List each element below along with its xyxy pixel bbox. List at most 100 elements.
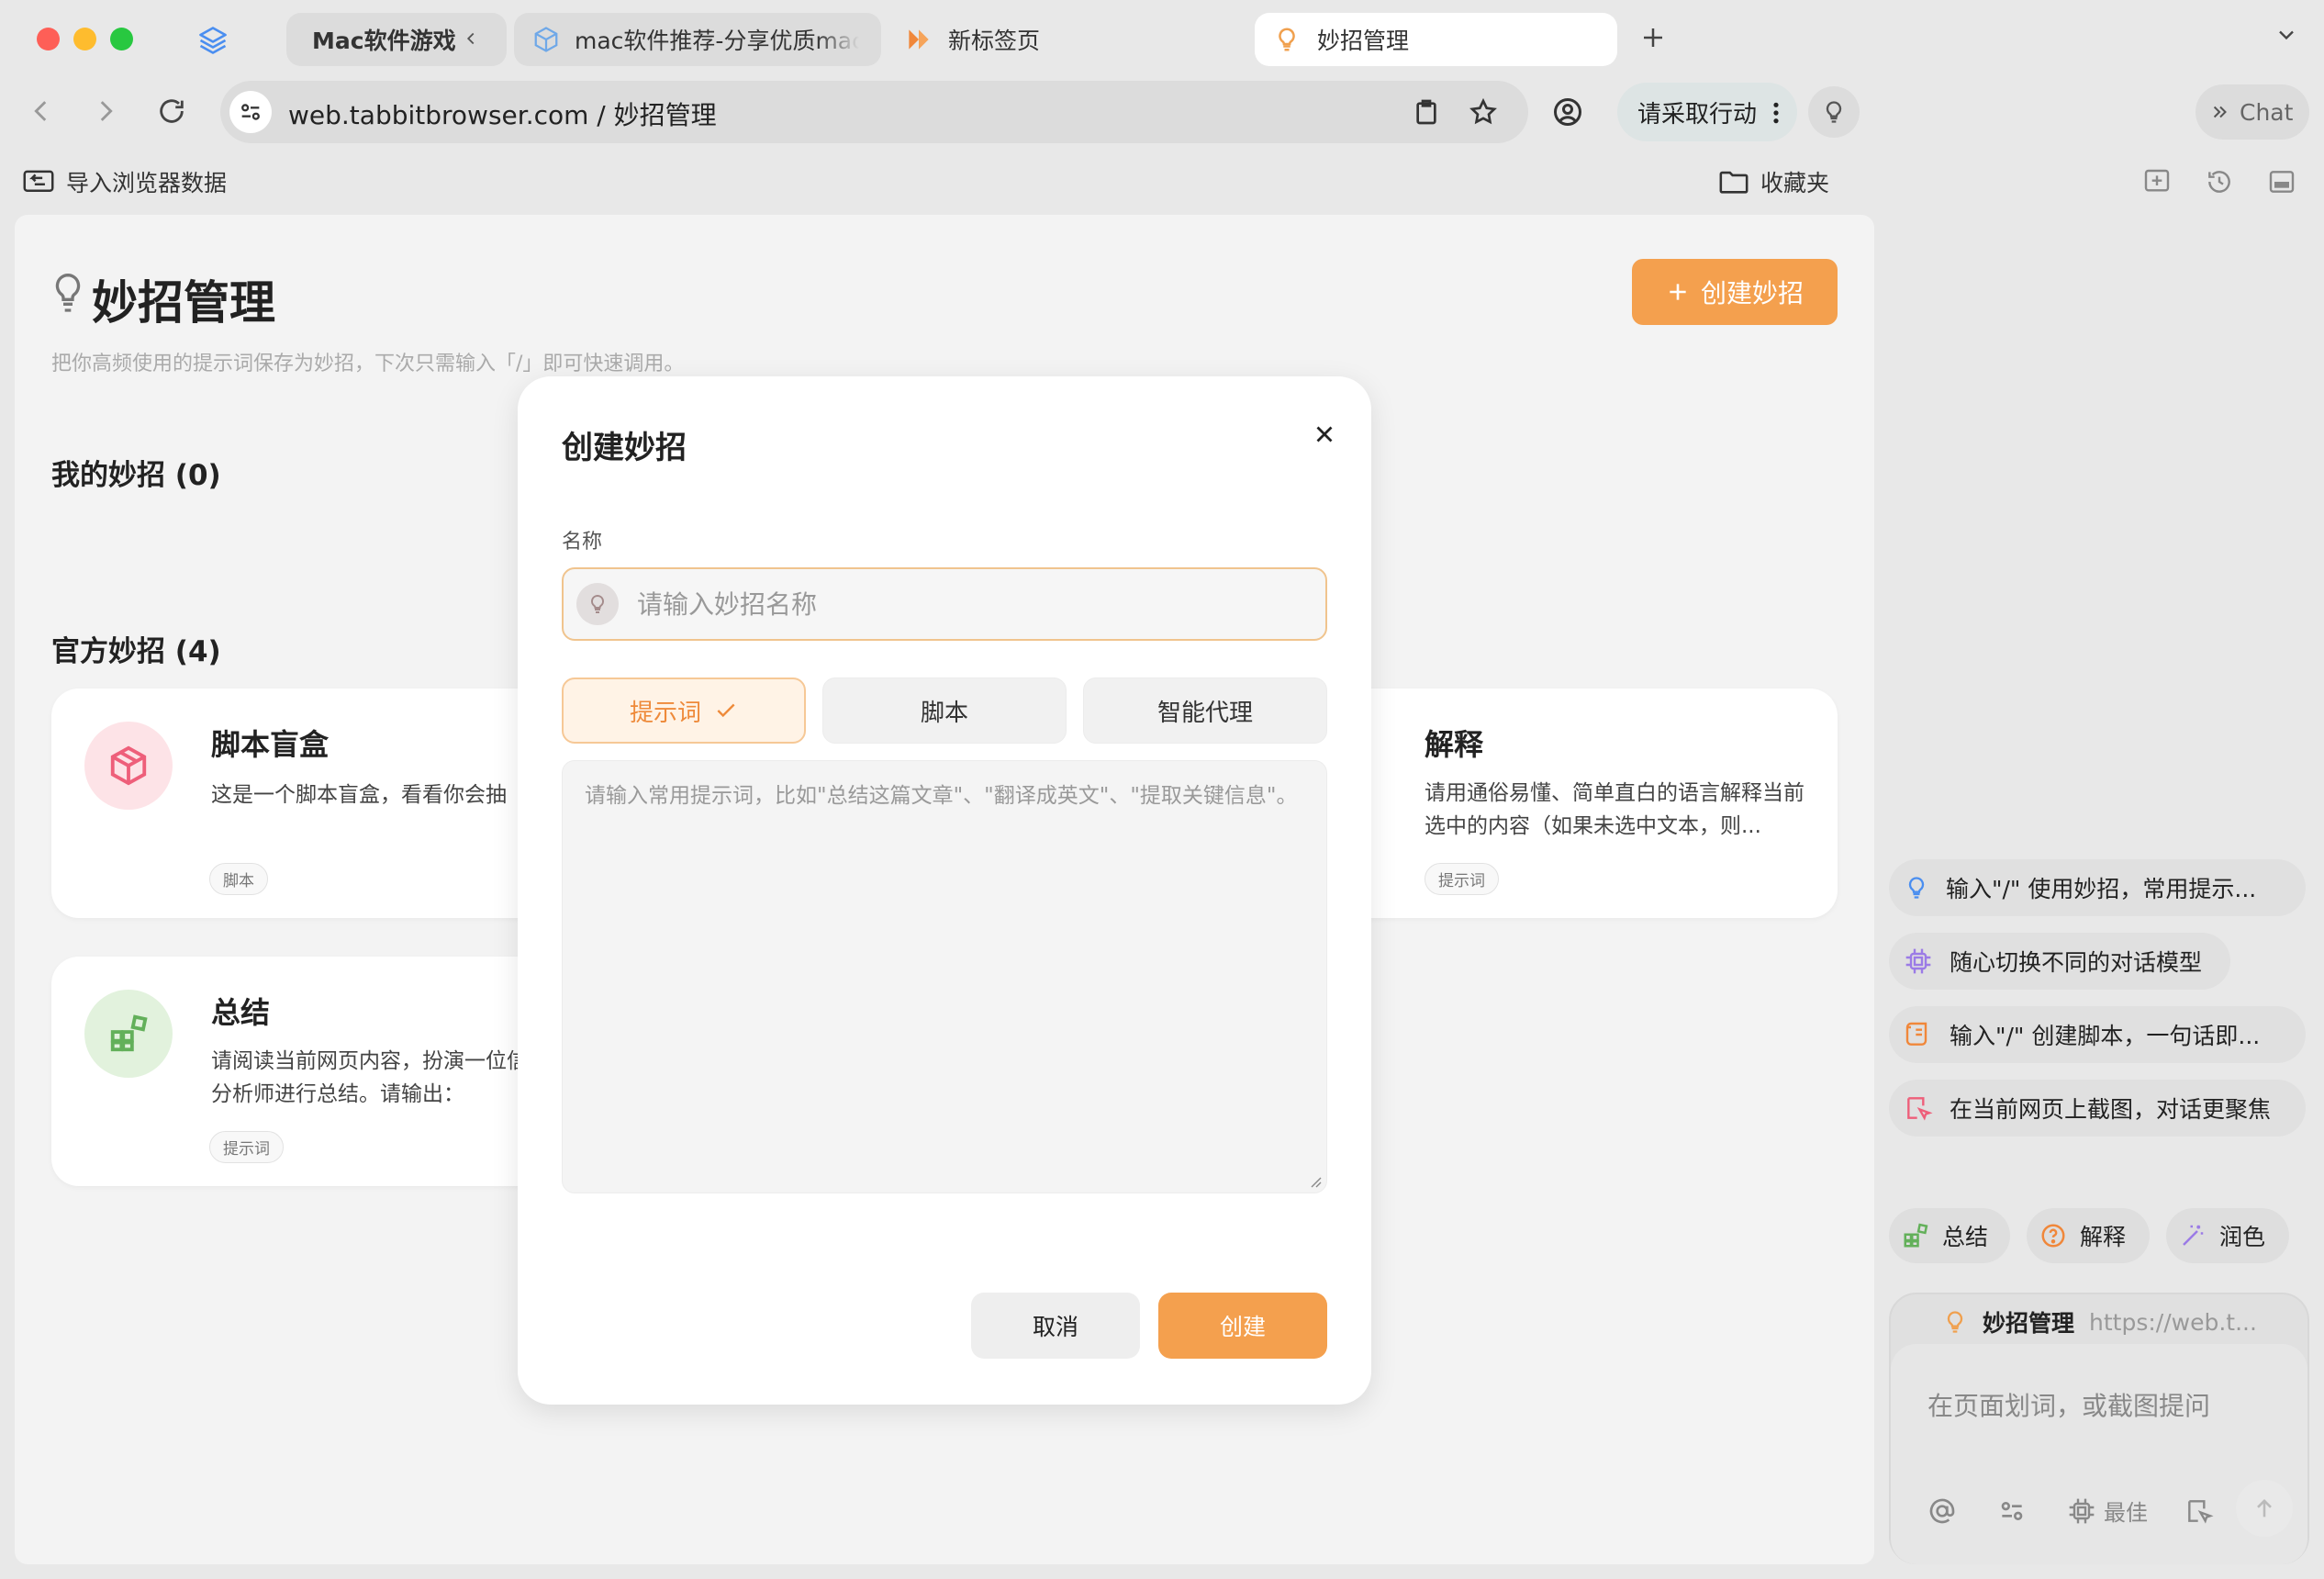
create-button[interactable]: 创建 [1158,1293,1327,1359]
blocks-icon [1902,1222,1929,1249]
segment-label: 提示词 [629,699,701,727]
tab-title: 新标签页 [948,28,1041,54]
url-text[interactable]: web.tabbitbrowser.com / 妙招管理 [288,95,717,132]
bulb-icon [1273,25,1301,54]
chat-composer: 妙招管理 https://web.t... 在页面划词，或截图提问 最佳 [1889,1293,2309,1564]
suggestion-screenshot[interactable]: 在当前网页上截图，对话更聚焦 [1889,1080,2306,1137]
reload-icon[interactable] [156,95,187,127]
card-tag: 提示词 [1425,863,1499,895]
window-zoom-button[interactable] [110,28,133,50]
card-title: 脚本盲盒 [211,727,330,762]
composer-input-area[interactable]: 在页面划词，或截图提问 最佳 [1891,1344,2307,1564]
segment-label: 脚本 [920,699,968,727]
check-icon [714,699,738,722]
chip-summary[interactable]: 总结 [1889,1208,2010,1263]
more-vertical-icon[interactable] [1771,101,1781,125]
at-mention-icon[interactable] [1927,1496,1957,1526]
context-page-name: 妙招管理 [1983,1310,2075,1337]
arrow-up-icon [2251,1495,2277,1521]
sidebar-panel-icon[interactable] [2267,167,2296,196]
tab-title: mac软件推荐-分享优质mac软件 [575,28,859,54]
card-tag: 脚本 [209,863,268,895]
bulb-icon[interactable] [576,583,619,625]
history-icon[interactable] [2205,167,2234,196]
site-settings-icon[interactable] [229,91,272,133]
model-selector[interactable]: 最佳 [2067,1495,2148,1527]
screenshot-icon[interactable] [2184,1496,2214,1526]
send-button[interactable] [2236,1480,2293,1537]
window-close-button[interactable] [37,28,60,50]
bulb-icon [1821,98,1847,126]
create-trick-label: 创建妙招 [1700,278,1804,308]
composer-placeholder[interactable]: 在页面划词，或截图提问 [1927,1386,2210,1423]
settings-sliders-icon[interactable] [1997,1496,2027,1526]
chevron-down-icon[interactable] [2274,22,2299,48]
composer-context: 妙招管理 https://web.t... [1942,1305,2257,1338]
bookmark-star-icon[interactable] [1469,97,1498,127]
window-minimize-button[interactable] [73,28,96,50]
forward-icon[interactable] [90,95,121,127]
create-trick-modal: 创建妙招 名称 提示词 脚本 智能代理 取消 创建 [518,376,1371,1405]
take-action-button[interactable]: 请采取行动 [1617,83,1797,141]
page-subtitle: 把你高频使用的提示词保存为妙招，下次只需输入「/」即可快速调用。 [51,353,685,375]
suggestion-switch-model[interactable]: 随心切换不同的对话模型 [1889,933,2230,990]
tab-group-label: Mac软件游戏 [312,28,456,54]
card-title: 解释 [1425,727,1484,762]
clipboard-icon[interactable] [1412,97,1441,127]
tab-title: 妙招管理 [1317,28,1410,54]
double-chevron-right-icon [2210,102,2230,122]
cancel-button[interactable]: 取消 [971,1293,1140,1359]
suggestion-create-script[interactable]: 输入"/" 创建脚本，一句话即... [1889,1006,2306,1063]
close-icon[interactable] [1311,420,1338,448]
magic-wand-icon [2179,1222,2207,1249]
card-tag: 提示词 [209,1131,284,1163]
tips-bulb-button[interactable] [1808,86,1860,138]
chat-label: Chat [2240,98,2294,126]
bulb-icon [1904,873,1929,902]
chevron-left-icon[interactable] [461,25,481,52]
create-trick-button[interactable]: 创建妙招 [1632,259,1838,325]
composer-tools: 最佳 [1927,1495,2214,1527]
page-title-bulb-icon [50,268,86,316]
chip-polish[interactable]: 润色 [2166,1208,2289,1263]
my-tricks-heading: 我的妙招 (0) [51,459,221,492]
cube-icon [532,26,560,53]
chat-toggle-button[interactable]: Chat [2196,84,2309,140]
prompt-field[interactable] [562,760,1327,1193]
card-description: 请用通俗易懂、简单直白的语言解释当前选中的内容（如果未选中文本，则... [1425,781,1804,838]
back-icon[interactable] [26,95,57,127]
segment-agent[interactable]: 智能代理 [1083,678,1327,744]
page-title: 妙招管理 [92,276,275,330]
new-tab-plus-icon[interactable] [1639,24,1667,51]
suggestion-text: 输入"/" 创建脚本，一句话即... [1950,1023,2261,1049]
blocks-icon [84,990,173,1078]
favorites-folder[interactable]: 收藏夹 [1718,165,1829,198]
chip-label: 解释 [2080,1224,2127,1250]
segment-script[interactable]: 脚本 [822,678,1067,744]
suggestion-text: 输入"/" 使用妙招，常用提示... [1946,876,2257,902]
name-input[interactable] [637,582,1298,626]
box-icon [84,722,173,810]
modal-title: 创建妙招 [562,430,687,466]
official-tricks-heading: 官方妙招 (4) [51,635,221,668]
import-browser-data-link[interactable]: 导入浏览器数据 [22,165,227,198]
layers-icon[interactable] [196,24,229,57]
tab-active[interactable]: 妙招管理 [1255,13,1617,66]
resize-handle-icon[interactable] [1308,1174,1323,1189]
add-note-icon[interactable] [2142,167,2172,196]
profile-icon[interactable] [1551,95,1584,129]
chip-label: 总结 [1942,1224,1989,1250]
tab-mac-software[interactable]: mac软件推荐-分享优质mac软件 [514,13,881,66]
context-page-url: https://web.t... [2089,1308,2257,1336]
prompt-textarea[interactable] [585,779,1310,1174]
screenshot-icon [1904,1093,1933,1123]
tab-new-tab[interactable]: 新标签页 [895,13,1207,66]
card-description: 请阅读当前网页内容，扮演一位信息分析师进行总结。请输出： [211,1049,549,1106]
suggestion-use-tricks[interactable]: 输入"/" 使用妙招，常用提示... [1889,859,2306,916]
address-bar[interactable]: web.tabbitbrowser.com / 妙招管理 [220,81,1528,143]
tab-group[interactable]: Mac软件游戏 [286,13,507,66]
segment-prompt[interactable]: 提示词 [562,678,806,744]
name-field[interactable] [562,567,1327,641]
chip-explain[interactable]: 解释 [2027,1208,2150,1263]
plus-icon [1666,280,1690,304]
